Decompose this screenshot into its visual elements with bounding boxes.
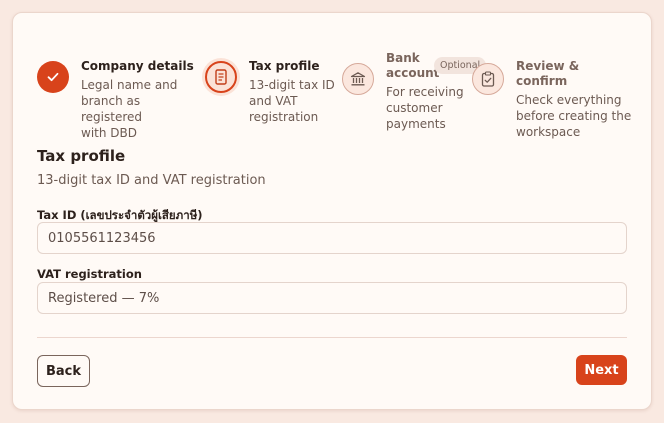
tax-id-input[interactable]: [37, 222, 627, 254]
clipboard-check-icon: [481, 71, 495, 87]
stepper: Company details Legal name and branch as…: [37, 39, 633, 140]
step-desc-line: customer: [386, 101, 443, 115]
step-desc-line: branch as registered: [81, 94, 143, 124]
step-desc-line: with DBD: [81, 126, 137, 140]
step-desc-line: payments: [386, 117, 446, 131]
step-desc-line: workspace: [516, 125, 581, 139]
step-title: Review & confirm: [516, 59, 580, 88]
divider: [37, 337, 627, 338]
step-pending-indicator: [342, 63, 374, 95]
step-desc-line: and VAT: [249, 94, 298, 108]
step-desc-line: before creating the: [516, 109, 632, 123]
back-button[interactable]: Back: [37, 355, 90, 387]
wizard-card: Company details Legal name and branch as…: [12, 12, 652, 410]
step-desc-line: registration: [249, 110, 319, 124]
step-active-indicator: [205, 61, 237, 93]
section-title: Tax profile: [37, 147, 126, 165]
step-desc-line: 13-digit tax ID: [249, 78, 335, 92]
bank-icon: [350, 72, 366, 86]
step-desc-line: Check everything: [516, 93, 622, 107]
step-done-indicator: [37, 61, 69, 93]
step-pending-indicator: [472, 63, 504, 95]
step-desc-line: Legal name and: [81, 78, 178, 92]
step-desc-line: For receiving: [386, 85, 464, 99]
section-subtitle: 13-digit tax ID and VAT registration: [37, 173, 266, 188]
next-button[interactable]: Next: [576, 355, 627, 385]
document-icon: [215, 69, 227, 85]
check-icon: [47, 72, 59, 82]
step-title: Company details: [81, 59, 194, 73]
vat-registration-input[interactable]: [37, 282, 627, 314]
step-title: Tax profile: [249, 59, 320, 73]
vat-registration-label: VAT registration: [37, 267, 142, 281]
